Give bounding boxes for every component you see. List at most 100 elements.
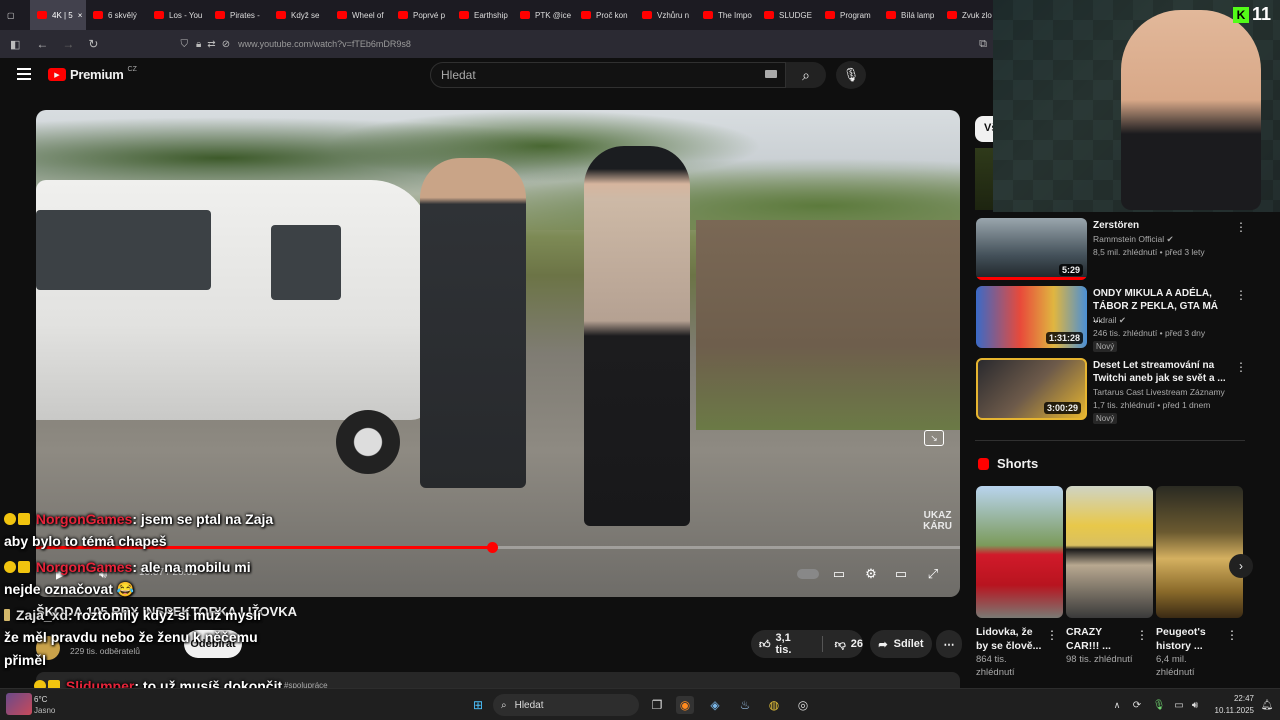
- shorts-next-button[interactable]: ›: [1229, 554, 1253, 578]
- recommendation-item[interactable]: 1:31:28 ONDY MIKULA A ADÉLA, TÁBOR Z PEK…: [975, 286, 1247, 352]
- weather-text: Jasno: [34, 706, 56, 715]
- chevron-up-icon[interactable]: ∧: [1108, 696, 1126, 714]
- more-options-icon[interactable]: ⋮: [1235, 220, 1247, 234]
- browser-tab[interactable]: 4K | 5 ×: [30, 0, 86, 30]
- recommendation-item[interactable]: 3:00:29 Deset Let streamování na Twitchi…: [975, 358, 1247, 424]
- subtitles-icon[interactable]: ▭: [828, 565, 850, 583]
- browser-tab[interactable]: Wheel of: [330, 0, 391, 30]
- crown-badge-icon: [18, 513, 30, 525]
- notification-bell-icon[interactable]: 🔔︎: [1258, 696, 1276, 714]
- menu-icon[interactable]: [17, 68, 31, 80]
- browser-tab[interactable]: The Impo: [696, 0, 757, 30]
- permissions-icon[interactable]: ⇄: [207, 39, 215, 50]
- browser-tab[interactable]: Vzhůru n: [635, 0, 696, 30]
- obs-icon[interactable]: ◎: [794, 696, 812, 714]
- settings-gear-icon[interactable]: ⚙: [860, 565, 882, 583]
- tab-favicon-icon: [520, 11, 530, 19]
- short-thumbnail: [1066, 486, 1153, 618]
- more-options-icon[interactable]: ⋮: [1046, 628, 1058, 642]
- taskbar-search[interactable]: ⌕ Hledat: [493, 694, 639, 716]
- like-button[interactable]: 👍︎ 3,1 tis.: [759, 632, 810, 656]
- more-options-icon[interactable]: ⋮: [1136, 628, 1148, 642]
- url-field[interactable]: www.youtube.com/watch?v=fTEb6mDR9s8: [238, 39, 411, 49]
- clock-date[interactable]: 10.11.2025: [1204, 706, 1254, 715]
- keyboard-icon[interactable]: [765, 70, 777, 78]
- tab-favicon-icon: [459, 11, 469, 19]
- theater-mode-icon[interactable]: ▭: [890, 565, 912, 583]
- recommendation-item[interactable]: 5:29 Zerstören Rammstein Official ✔︎ 8,5…: [975, 218, 1247, 282]
- browser-tab[interactable]: Když se: [269, 0, 330, 30]
- browser-tab[interactable]: PTK @ice: [513, 0, 574, 30]
- volume-icon[interactable]: 🔊︎: [1186, 696, 1204, 714]
- weather-icon[interactable]: [6, 693, 32, 715]
- short-thumbnail: [976, 486, 1063, 618]
- more-actions-button[interactable]: ⋯: [936, 630, 962, 658]
- chrome-icon[interactable]: ◍: [765, 696, 783, 714]
- sub-badge-icon: [4, 561, 16, 573]
- short-item[interactable]: CRAZY CAR!!! ... 98 tis. zhlédnutí ⋮: [1066, 486, 1153, 666]
- browser-tab[interactable]: Zvuk zlo: [940, 0, 993, 30]
- app-icon[interactable]: ◈: [706, 696, 724, 714]
- search-input[interactable]: Hledat: [430, 62, 786, 88]
- video-stats: 1,7 tis. zhlédnutí • před 1 dnem: [1093, 400, 1211, 410]
- chat-nick: NorgonGames: [35, 559, 133, 575]
- short-item[interactable]: Peugeot's history ... 6,4 mil. zhlédnutí…: [1156, 486, 1243, 679]
- chat-message: NorgonGames: jsem se ptal na Zaja: [4, 511, 273, 527]
- forward-button[interactable]: →: [62, 37, 74, 51]
- more-options-icon[interactable]: ⋮: [1235, 360, 1247, 374]
- man-in-hoodie: [584, 146, 690, 526]
- more-options-icon[interactable]: ⋮: [1226, 628, 1238, 642]
- browser-tab[interactable]: Bílá lamp: [879, 0, 940, 30]
- shield-icon[interactable]: ⛉: [180, 39, 188, 50]
- tab-favicon-icon: [581, 11, 591, 19]
- recommendation-title: Zerstören: [1093, 220, 1140, 231]
- back-button[interactable]: ←: [36, 37, 48, 51]
- clock-time[interactable]: 22:47: [1214, 694, 1254, 703]
- browser-tab[interactable]: Pirates -: [208, 0, 269, 30]
- microphone-icon[interactable]: 🎙︎: [1150, 696, 1168, 714]
- browser-tab[interactable]: Earthship: [452, 0, 513, 30]
- tracking-icon[interactable]: ⊘: [222, 39, 230, 50]
- filter-chip-all[interactable]: Vš: [975, 116, 997, 142]
- channel-name: Vidrail ✔︎: [1093, 315, 1126, 325]
- short-title: CRAZY CAR!!! ...: [1066, 626, 1111, 652]
- chat-message-cont: aby bylo to témá chapeš: [4, 533, 167, 549]
- task-view-icon[interactable]: ❐: [648, 696, 666, 714]
- verified-icon: ✔︎: [1118, 315, 1126, 325]
- video-thumbnail: 3:00:29: [976, 358, 1087, 420]
- chat-nick: NorgonGames: [35, 511, 133, 527]
- sync-icon[interactable]: ⟳: [1128, 696, 1146, 714]
- sidebar-toggle-icon[interactable]: ◧: [10, 38, 20, 51]
- fullscreen-icon[interactable]: ⤢: [922, 565, 944, 583]
- browser-tab[interactable]: SLUDGE: [757, 0, 818, 30]
- dislike-button[interactable]: 👎︎ 26: [835, 638, 863, 651]
- browser-tab[interactable]: Proč kon: [574, 0, 635, 30]
- windows-start-icon[interactable]: ⊞: [469, 696, 487, 714]
- youtube-logo[interactable]: ▶ Premium CZ: [48, 66, 137, 82]
- autoplay-toggle[interactable]: [794, 565, 822, 583]
- more-options-icon[interactable]: ⋮: [1235, 288, 1247, 302]
- browser-tab[interactable]: Los - You: [147, 0, 208, 30]
- steam-icon[interactable]: ♨: [736, 696, 754, 714]
- browser-tab[interactable]: Program: [818, 0, 879, 30]
- playlist-thumbnail[interactable]: [975, 148, 993, 210]
- tabs-icon: ▢: [7, 10, 15, 20]
- short-item[interactable]: Lidovka, že by se člově... 864 tis. zhlé…: [976, 486, 1063, 679]
- share-button[interactable]: ➦ Sdílet: [870, 630, 932, 658]
- tab-overview-button[interactable]: ▢: [0, 0, 30, 30]
- browser-tab[interactable]: Poprvé p: [391, 0, 452, 30]
- man-in-suit: [420, 158, 526, 488]
- close-tab-icon[interactable]: ×: [78, 11, 83, 20]
- tab-favicon-icon: [703, 11, 713, 19]
- browser-tab[interactable]: 6 skvělý: [86, 0, 147, 30]
- progress-bar[interactable]: [36, 542, 960, 553]
- tab-favicon-icon: [215, 11, 225, 19]
- reload-button[interactable]: ↻: [88, 37, 98, 51]
- search-button[interactable]: ⌕: [786, 62, 826, 88]
- picture-in-picture-icon[interactable]: ⧉: [979, 38, 987, 51]
- firefox-icon[interactable]: ◉: [676, 696, 694, 714]
- channel-watermark: UKAZ KÁRU: [923, 510, 952, 532]
- tab-favicon-icon: [642, 11, 652, 19]
- miniplayer-icon[interactable]: ↘: [924, 430, 944, 446]
- voice-search-button[interactable]: 🎙︎: [836, 61, 866, 89]
